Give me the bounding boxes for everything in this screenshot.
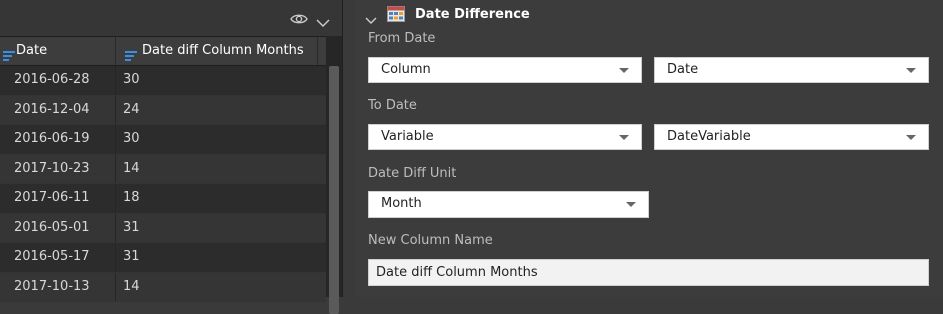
date-cell: 2016-06-19 [0, 125, 116, 154]
dropdown-value: Date [667, 62, 699, 77]
column-header-label: Date [16, 43, 48, 58]
input-value: Date diff Column Months [376, 265, 538, 280]
new-column-name-label: New Column Name [368, 233, 493, 248]
date-cell: 2017-10-23 [0, 154, 116, 183]
from-date-source-dropdown[interactable]: Date [654, 57, 929, 83]
table-row: 2016-05-01 31 [0, 213, 326, 243]
chevron-down-icon [626, 202, 636, 207]
table-row: 2016-06-28 30 [0, 66, 326, 96]
from-date-label: From Date [368, 31, 436, 46]
data-preview-pane: Date Date diff Column Months 2016-06-28 … [0, 0, 343, 314]
table-row: 2016-06-19 30 [0, 125, 326, 155]
table-row: 2016-12-04 24 [0, 95, 326, 125]
date-diff-unit-dropdown[interactable]: Month [368, 191, 649, 218]
dropdown-value: Month [381, 196, 422, 211]
date-cell: 2016-12-04 [0, 95, 116, 124]
dropdown-value: Column [381, 62, 431, 77]
chevron-down-icon [619, 68, 629, 73]
panel-header[interactable]: Date Difference [355, 0, 943, 30]
date-cell: 2016-05-01 [0, 213, 116, 242]
eye-icon[interactable] [290, 11, 308, 30]
chevron-down-icon [906, 135, 916, 140]
to-date-type-dropdown[interactable]: Variable [368, 124, 642, 150]
date-cell: 2017-06-11 [0, 184, 116, 213]
dropdown-value: Variable [381, 129, 434, 144]
table-row: 2017-10-23 14 [0, 154, 326, 184]
vertical-scrollbar[interactable] [326, 36, 342, 314]
column-header-label: Date diff Column Months [142, 43, 304, 58]
date-diff-cell: 31 [123, 249, 140, 264]
from-date-type-dropdown[interactable]: Column [368, 57, 642, 83]
column-header-date-diff[interactable]: Date diff Column Months [116, 37, 318, 65]
new-column-name-input[interactable]: Date diff Column Months [368, 259, 929, 286]
to-date-label: To Date [368, 98, 417, 113]
table-row: 2017-10-13 14 [0, 272, 326, 302]
scrollbar-thumb[interactable] [329, 66, 339, 314]
date-cell: 2016-06-28 [0, 66, 116, 95]
date-diff-cell: 31 [123, 219, 140, 235]
table-row: 2016-05-17 31 [0, 243, 326, 273]
date-cell: 2016-05-17 [0, 243, 116, 272]
chevron-down-icon [906, 68, 916, 73]
to-date-source-dropdown[interactable]: DateVariable [654, 124, 929, 150]
dropdown-value: DateVariable [667, 129, 751, 144]
date-difference-panel: Date Difference From Date Column Date To… [355, 0, 943, 297]
chevron-down-icon [619, 135, 629, 140]
date-diff-cell: 30 [123, 131, 140, 146]
data-grid: Date Date diff Column Months 2016-06-28 … [0, 36, 326, 302]
chevron-down-icon[interactable] [316, 13, 330, 32]
date-diff-cell: 24 [123, 101, 140, 117]
date-diff-cell: 30 [123, 72, 140, 87]
table-row: 2017-06-11 18 [0, 184, 326, 214]
panel-title: Date Difference [415, 7, 530, 22]
grid-header: Date Date diff Column Months [0, 37, 326, 66]
chevron-down-icon[interactable] [365, 10, 377, 29]
date-diff-cell: 14 [123, 160, 140, 176]
grid-rows: 2016-06-28 30 2016-12-04 24 2016-06-19 3… [0, 66, 326, 302]
table-icon [387, 6, 405, 26]
date-diff-unit-label: Date Diff Unit [368, 166, 457, 181]
preview-toolbar [0, 0, 342, 36]
date-diff-cell: 18 [123, 190, 140, 205]
column-header-date[interactable]: Date [0, 37, 116, 65]
